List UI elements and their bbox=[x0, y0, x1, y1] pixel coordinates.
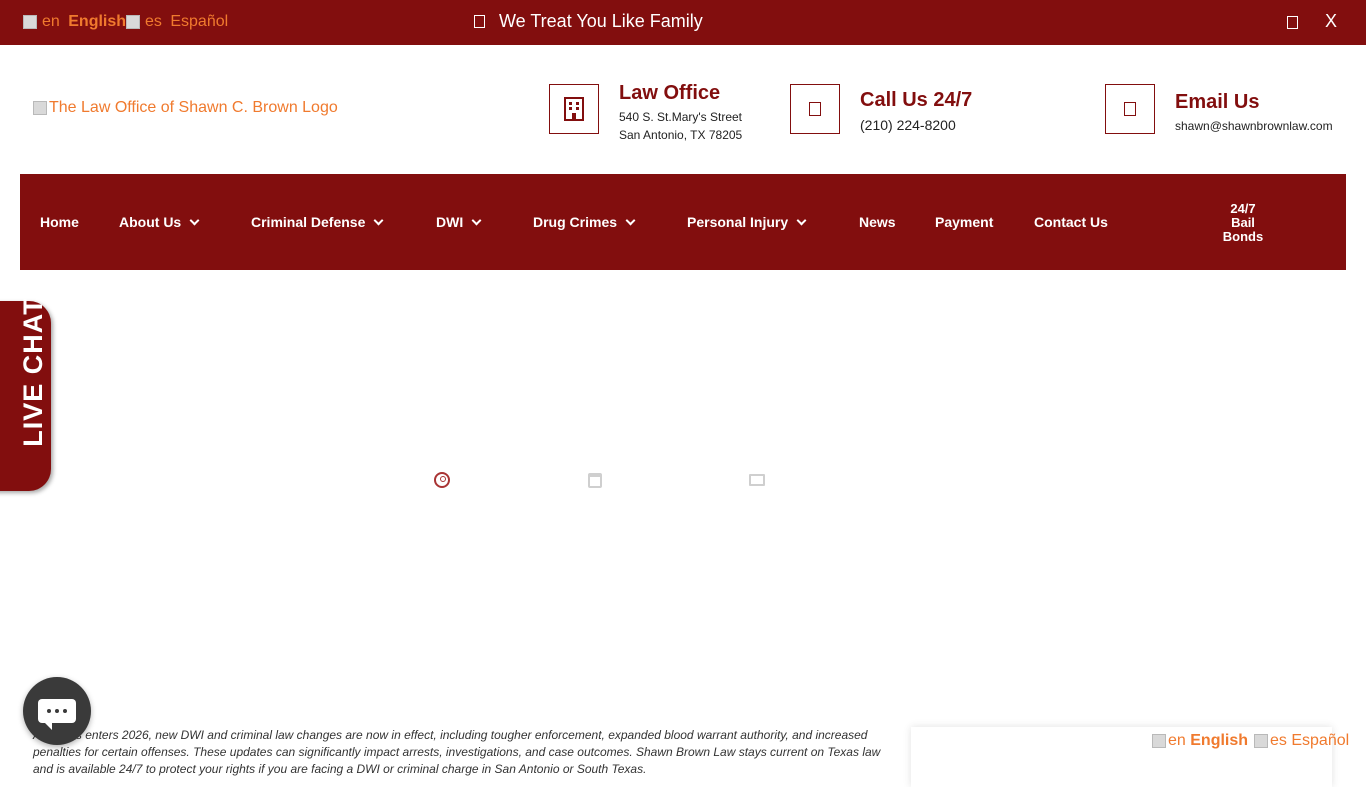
nav-criminal-label: Criminal Defense bbox=[251, 214, 366, 230]
nav-contact-label: Contact Us bbox=[1034, 214, 1108, 230]
chevron-down-icon bbox=[471, 215, 482, 225]
building-icon-svg bbox=[564, 97, 584, 121]
logo-alt-text: The Law Office of Shawn C. Brown Logo bbox=[49, 99, 338, 116]
lang-en-code-bottom: en bbox=[1168, 732, 1186, 749]
lang-en-name-bottom: English bbox=[1190, 732, 1249, 749]
post-categories-text[interactable]: Criminal Defense,DWI bbox=[775, 471, 933, 489]
lang-es-name: Español bbox=[170, 13, 229, 30]
chevron-down-icon bbox=[796, 215, 807, 225]
article-intro: As Texas enters 2026, new DWI and crimin… bbox=[33, 728, 881, 776]
chat-dot bbox=[55, 709, 59, 713]
nav-bail-line2: Bail bbox=[1231, 215, 1255, 230]
flag-es-icon bbox=[126, 15, 140, 29]
email-title[interactable]: Email Us bbox=[1175, 91, 1259, 114]
nav-about[interactable]: About Us bbox=[119, 214, 200, 230]
nav-injury-label: Personal Injury bbox=[687, 214, 789, 230]
nav-criminal-defense[interactable]: Criminal Defense bbox=[251, 214, 384, 230]
chat-bubble-icon[interactable] bbox=[23, 677, 91, 745]
post-author-name: Evan Swanson bbox=[460, 471, 567, 488]
nav-contact[interactable]: Contact Us bbox=[1034, 214, 1108, 230]
tagline-text: We Treat You Like Family bbox=[499, 11, 703, 31]
calendar-icon bbox=[588, 472, 602, 488]
office-address-line2: San Antonio, TX 78205 bbox=[619, 128, 743, 142]
envelope-icon-glyph bbox=[1124, 102, 1136, 116]
nav-drug-label: Drug Crimes bbox=[533, 214, 618, 230]
office-address-line1: 540 S. St.Mary's Street bbox=[619, 110, 743, 124]
lang-es-name-bottom: Español bbox=[1291, 732, 1350, 749]
building-icon bbox=[549, 84, 599, 134]
nav-payment[interactable]: Payment bbox=[935, 214, 993, 230]
chevron-down-icon bbox=[625, 215, 636, 225]
lang-spanish-link-bottom[interactable]: es Español bbox=[1254, 732, 1349, 750]
lang-english-link[interactable]: en English bbox=[23, 13, 126, 31]
call-title[interactable]: Call Us 24/7 bbox=[860, 89, 972, 112]
flag-en-icon bbox=[1152, 734, 1166, 748]
call-number[interactable]: (210) 224-8200 bbox=[860, 117, 956, 133]
post-author[interactable]: Evan Swanson bbox=[434, 471, 567, 489]
user-circle-icon bbox=[434, 472, 450, 488]
lang-spanish-link[interactable]: es Español bbox=[126, 13, 228, 31]
flag-en-icon bbox=[23, 15, 37, 29]
nav-dwi-label: DWI bbox=[436, 214, 464, 230]
chevron-down-icon bbox=[189, 215, 200, 225]
main-nav: Home About Us Criminal Defense DWI Drug … bbox=[20, 174, 1346, 270]
folder-icon bbox=[749, 474, 765, 486]
social-icon[interactable] bbox=[1287, 16, 1298, 29]
chevron-down-icon bbox=[373, 215, 384, 225]
chat-bubble-shape bbox=[38, 699, 76, 730]
nav-payment-label: Payment bbox=[935, 214, 994, 230]
nav-news-label: News bbox=[859, 214, 896, 230]
live-chat-label: LIVE CHAT bbox=[18, 297, 48, 447]
nav-bail-line1: 24/7 bbox=[1230, 201, 1256, 216]
phone-icon bbox=[790, 84, 840, 134]
post-date: January 6, 2026 bbox=[588, 471, 727, 489]
top-tagline: We Treat You Like Family bbox=[474, 11, 703, 32]
live-chat-tab[interactable]: LIVE CHAT bbox=[0, 297, 51, 491]
post-categories: Criminal Defense,DWI bbox=[749, 471, 933, 489]
nav-bail-bonds[interactable]: 24/7 Bail Bonds bbox=[1218, 202, 1268, 244]
chat-dot bbox=[63, 709, 67, 713]
nav-drug-crimes[interactable]: Drug Crimes bbox=[533, 214, 636, 230]
chat-dot bbox=[47, 709, 51, 713]
post-date-text: January 6, 2026 bbox=[612, 471, 727, 488]
nav-home-label: Home bbox=[40, 214, 79, 230]
x-social-icon[interactable]: X bbox=[1325, 11, 1337, 32]
envelope-icon bbox=[1105, 84, 1155, 134]
site-logo[interactable]: The Law Office of Shawn C. Brown Logo bbox=[33, 99, 338, 117]
nav-about-label: About Us bbox=[119, 214, 182, 230]
heart-icon bbox=[474, 15, 485, 28]
email-address[interactable]: shawn@shawnbrownlaw.com bbox=[1175, 119, 1333, 133]
nav-dwi[interactable]: DWI bbox=[436, 214, 482, 230]
flag-es-icon bbox=[1254, 734, 1268, 748]
lang-en-name: English bbox=[68, 13, 127, 30]
phone-icon-glyph bbox=[809, 102, 821, 116]
lang-es-code: es bbox=[145, 13, 162, 30]
logo-image-icon bbox=[33, 101, 47, 115]
page-title: New Texas DWI & Criminal Law Changes Imp… bbox=[133, 386, 1233, 432]
lang-en-code: en bbox=[42, 13, 60, 30]
nav-news[interactable]: News bbox=[859, 214, 896, 230]
lang-es-code-bottom: es bbox=[1270, 732, 1287, 749]
office-title: Law Office bbox=[619, 82, 721, 104]
top-bar: en English es Español We Treat You Like … bbox=[0, 0, 1366, 45]
nav-personal-injury[interactable]: Personal Injury bbox=[687, 214, 807, 230]
lang-english-link-bottom[interactable]: en English bbox=[1152, 732, 1248, 750]
nav-home[interactable]: Home bbox=[40, 214, 79, 230]
nav-bail-line3: Bonds bbox=[1222, 229, 1264, 244]
